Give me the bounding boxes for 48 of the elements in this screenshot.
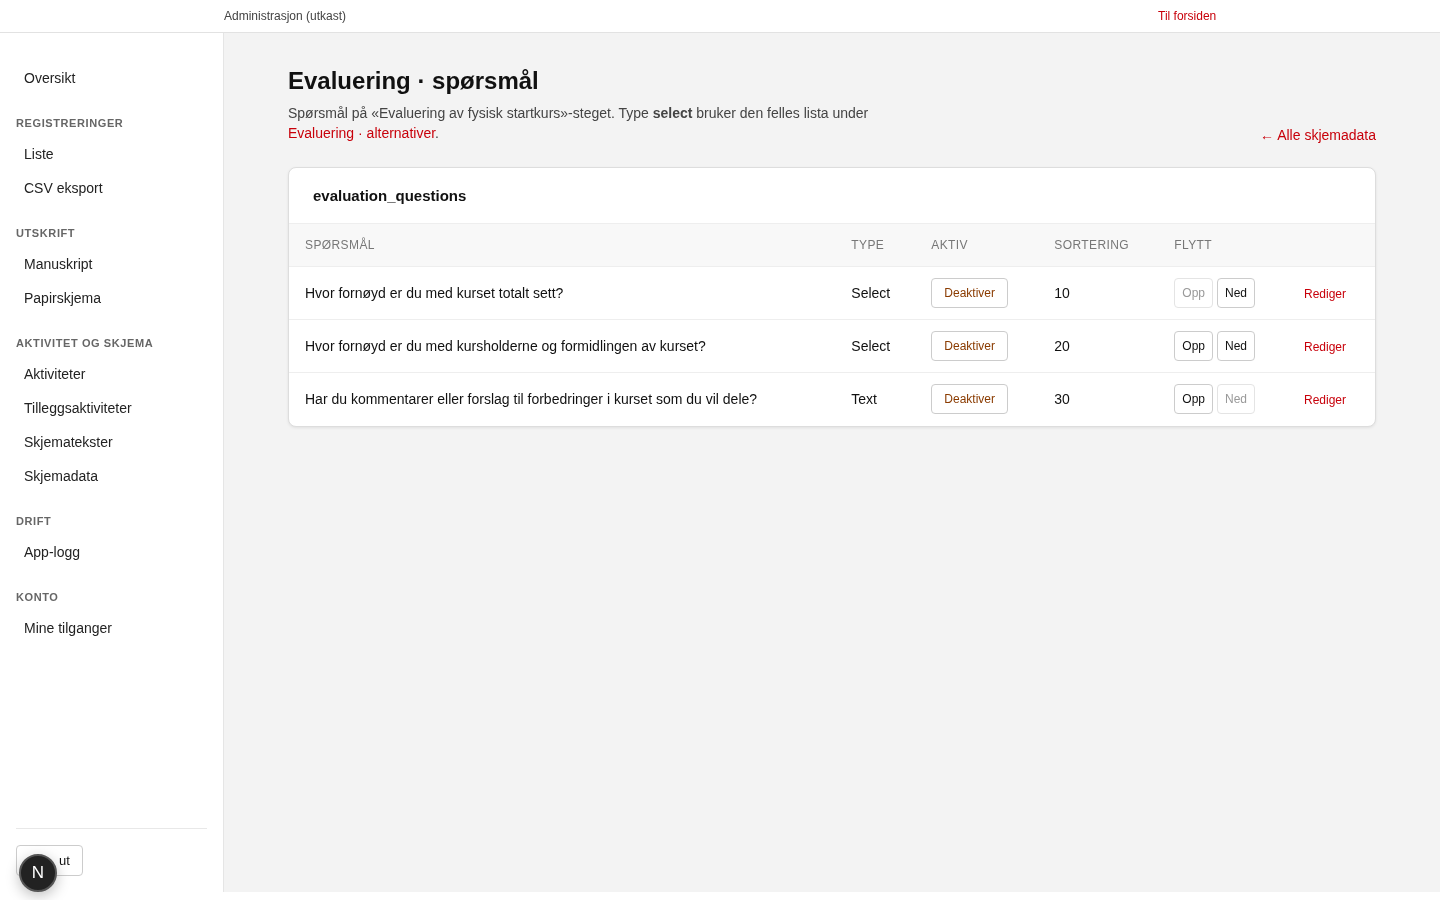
column-header: FLYTT bbox=[1158, 223, 1275, 267]
page-title: Evaluering · spørsmål bbox=[288, 67, 540, 95]
section-heading: REGISTRERINGER bbox=[16, 117, 125, 129]
sidebar-item[interactable]: Aktiviteter bbox=[16, 357, 207, 391]
table-cell: 20 bbox=[1038, 319, 1159, 373]
sidebar-item[interactable]: Skjematekster bbox=[16, 425, 207, 459]
card-title: evaluation_questions bbox=[312, 186, 468, 206]
move-up-button[interactable]: Opp bbox=[1174, 331, 1213, 361]
sidebar-item[interactable]: App-logg bbox=[16, 535, 207, 569]
deactivate-button[interactable]: Deaktiver bbox=[931, 331, 1008, 361]
back-link[interactable]: ← Alle skjemadata bbox=[1260, 127, 1376, 143]
deactivate-button[interactable]: Deaktiver bbox=[931, 384, 1008, 415]
sidebar-item[interactable]: Tilleggsaktiviteter bbox=[16, 391, 207, 425]
section-heading: AKTIVITET OG SKJEMA bbox=[16, 337, 155, 349]
move-down-button[interactable]: Ned bbox=[1217, 278, 1255, 308]
move-up-button[interactable]: Opp bbox=[1174, 384, 1213, 415]
table-cell: Hvor fornøyd er du med kurset totalt sett? bbox=[289, 266, 836, 320]
section-heading: KONTO bbox=[16, 591, 60, 603]
table-cell: Text bbox=[835, 372, 916, 426]
deactivate-button[interactable]: Deaktiver bbox=[931, 278, 1008, 308]
column-header: AKTIV bbox=[915, 223, 1039, 267]
table-cell: Select bbox=[835, 319, 916, 373]
table-cell: 10 bbox=[1038, 266, 1159, 320]
table-cell: Hvor fornøyd er du med kursholderne og formidlingen av kurset? bbox=[289, 319, 836, 373]
dev-badge[interactable]: N bbox=[19, 854, 57, 892]
app-title: Administrasjon (utkast) bbox=[224, 9, 347, 23]
edit-link[interactable]: Rediger bbox=[1304, 340, 1346, 354]
move-down-button[interactable]: Ned bbox=[1217, 331, 1255, 361]
alternatives-link[interactable]: Evaluering · alternativer bbox=[288, 125, 436, 141]
table-cell: 30 bbox=[1038, 372, 1159, 426]
sidebar-item[interactable]: Manuskript bbox=[16, 247, 207, 281]
table-cell: Select bbox=[835, 266, 916, 320]
section-heading: DRIFT bbox=[16, 515, 53, 527]
edit-link[interactable]: Rediger bbox=[1304, 393, 1346, 408]
column-header: TYPE bbox=[835, 223, 916, 267]
column-header: SORTERING bbox=[1038, 223, 1159, 267]
page-description: Spørsmål på «Evaluering av fysisk startkurs»-steget. Type select bruker den felles lista under Evaluering · alternativer. bbox=[288, 104, 870, 143]
sidebar-item[interactable]: Oversikt bbox=[16, 61, 207, 95]
sidebar-item[interactable]: Liste bbox=[16, 137, 207, 171]
section-heading: UTSKRIFT bbox=[16, 227, 77, 239]
column-header: SPØRSMÅL bbox=[289, 223, 836, 267]
home-link[interactable]: Til forsiden bbox=[1158, 9, 1217, 23]
edit-link[interactable]: Rediger bbox=[1304, 287, 1346, 301]
table-cell: Har du kommentarer eller forslag til forbedringer i kurset som du vil dele? bbox=[289, 372, 836, 426]
sidebar-item[interactable]: Papirskjema bbox=[16, 281, 207, 315]
sidebar-item[interactable]: CSV eksport bbox=[16, 171, 207, 205]
sidebar-item[interactable]: Skjemadata bbox=[16, 459, 207, 493]
sidebar-item[interactable]: Mine tilganger bbox=[16, 611, 207, 645]
